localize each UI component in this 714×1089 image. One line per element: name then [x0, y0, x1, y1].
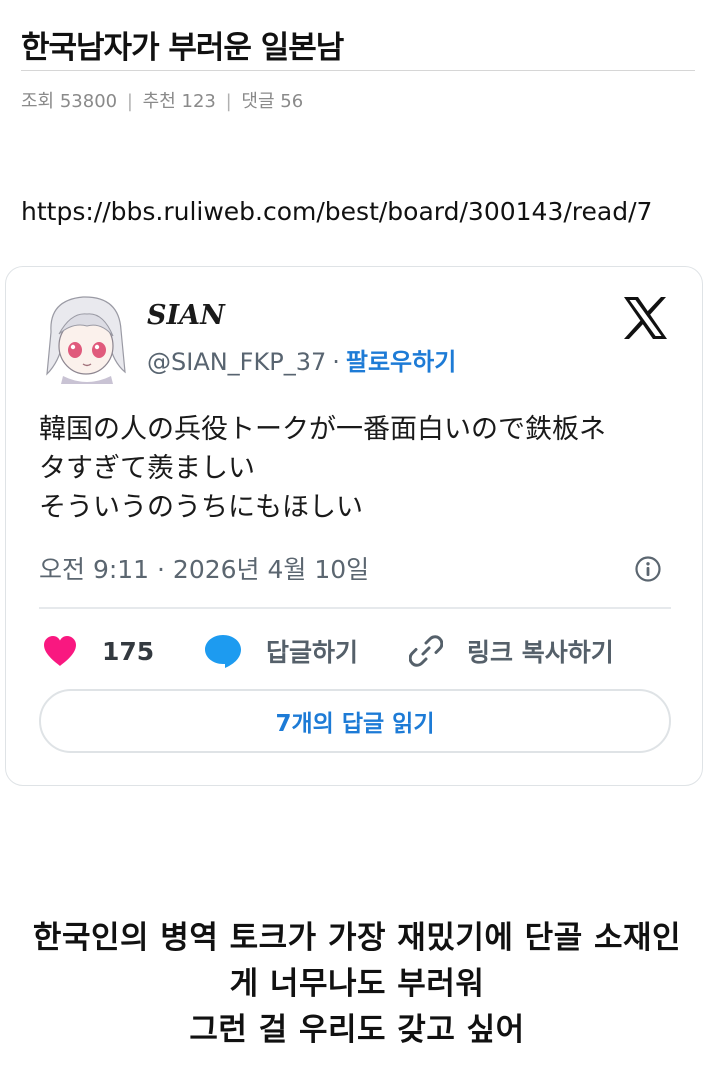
speech-bubble-icon	[205, 635, 241, 668]
comment-count: 댓글 56	[241, 91, 304, 112]
meta-separator: |	[126, 91, 133, 112]
link-icon	[409, 635, 443, 667]
tweet-text-line: 韓国の人の兵役トークが一番面白いので鉄板ネ	[39, 414, 606, 445]
title-divider	[21, 70, 695, 71]
source-url-link[interactable]: https://bbs.ruliweb.com/best/board/30014…	[21, 197, 714, 226]
caption-line: 그런 걸 우리도 갖고 싶어	[189, 1012, 525, 1048]
caption-line: 한국인의 병역 토크가 가장 재밌기에 단골 소재인	[32, 920, 682, 956]
read-replies-button[interactable]: 7개의 답글 읽기	[39, 689, 671, 753]
embedded-tweet-card: SIAN @SIAN_FKP_37 · 팔로우하기 韓国の人の兵役トークが一番面白い…	[5, 266, 703, 786]
recommend-count: 추천 123	[142, 91, 216, 112]
like-count: 175	[102, 636, 155, 666]
card-divider	[39, 607, 671, 609]
translation-caption: 한국인의 병역 토크가 가장 재밌기에 단골 소재인 게 너무나도 부러워 그런…	[0, 915, 714, 1053]
author-handle-line: @SIAN_FKP_37 · 팔로우하기	[147, 342, 456, 377]
author-handle[interactable]: @SIAN_FKP_37	[147, 348, 326, 376]
tweet-text: 韓国の人の兵役トークが一番面白いので鉄板ネ タすぎて羨ましい そういうのうちにも…	[39, 410, 679, 527]
follow-button[interactable]: 팔로우하기	[346, 348, 456, 376]
handle-separator: ·	[332, 348, 340, 376]
view-count: 조회 53800	[21, 91, 118, 112]
anime-girl-avatar[interactable]	[43, 292, 129, 384]
tweet-timestamp[interactable]: 오전 9:11 · 2026년 4월 10일	[39, 550, 369, 586]
reply-label: 답글하기	[266, 638, 359, 667]
post-meta: 조회 53800 | 추천 123 | 댓글 56	[21, 87, 303, 113]
copy-link-button[interactable]: 링크 복사하기	[409, 631, 614, 671]
like-button[interactable]: 175	[42, 631, 154, 671]
heart-icon	[44, 636, 76, 666]
tweet-text-line: タすぎて羨ましい	[39, 453, 255, 484]
meta-separator: |	[225, 91, 232, 112]
caption-line: 게 너무나도 부러워	[229, 966, 485, 1002]
info-icon[interactable]	[634, 555, 662, 583]
x-logo-icon[interactable]	[621, 295, 669, 341]
reply-button[interactable]: 답글하기	[204, 631, 358, 671]
author-name[interactable]: SIAN	[147, 300, 225, 331]
copy-link-label: 링크 복사하기	[467, 638, 614, 667]
post-title: 한국남자가 부러운 일본남	[21, 30, 344, 66]
tweet-text-line: そういうのうちにもほしい	[39, 492, 363, 523]
